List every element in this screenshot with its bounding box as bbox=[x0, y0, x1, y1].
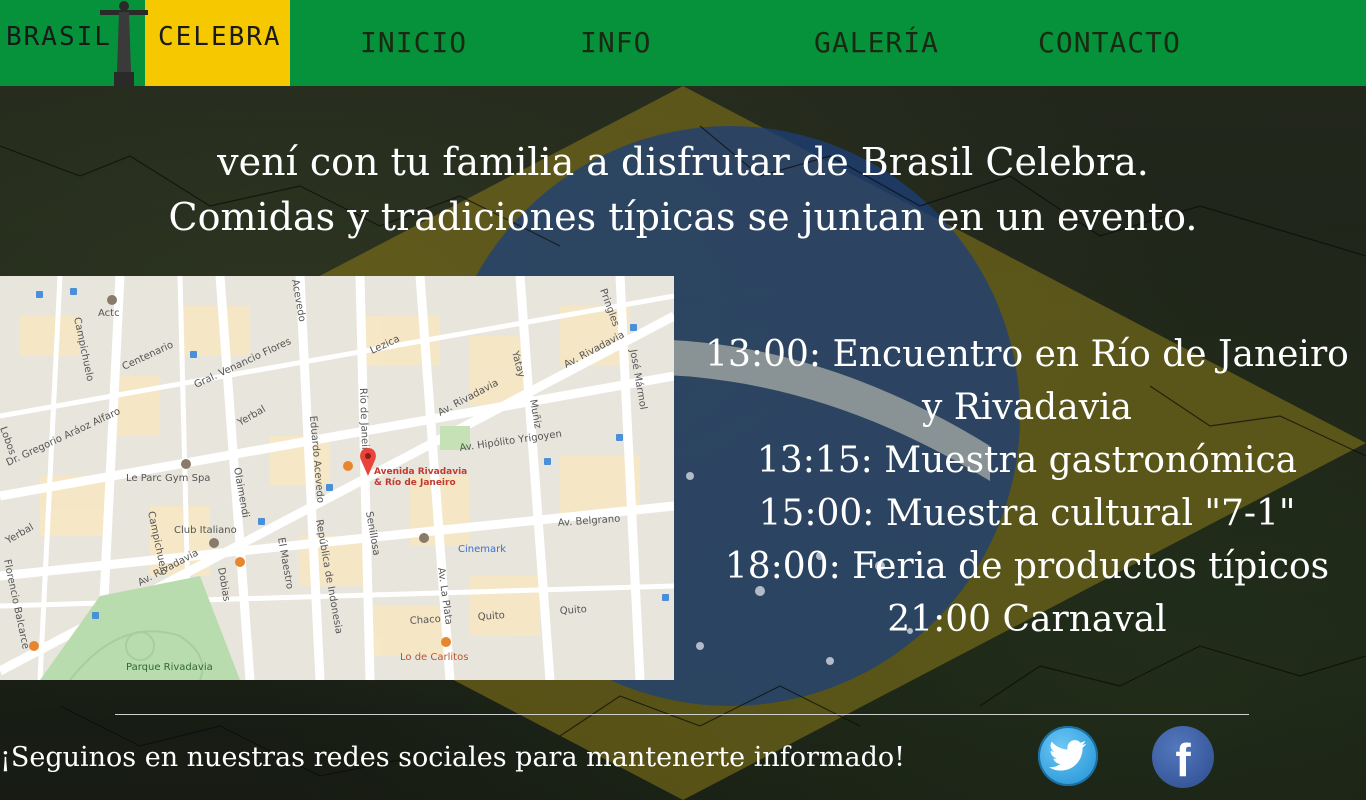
twitter-icon bbox=[1049, 740, 1087, 771]
map-marker-label-2: & Río de Janeiro bbox=[374, 478, 456, 488]
map-place-gym: Le Parc Gym Spa bbox=[126, 473, 210, 484]
schedule-row: 13:15: Muestra gastronómica bbox=[684, 434, 1366, 487]
schedule-time: 21:00 bbox=[887, 599, 992, 640]
schedule-row: 18:00: Feria de productos típicos bbox=[684, 540, 1366, 593]
footer-divider bbox=[115, 714, 1249, 715]
intro-line-1: vení con tu familia a disfrutar de Brasi… bbox=[217, 140, 1149, 184]
map-street-quito-1: Quito bbox=[477, 610, 505, 623]
twitter-button[interactable] bbox=[1038, 726, 1098, 786]
map-place-actc: Actc bbox=[98, 308, 120, 319]
map-place-parque: Parque Rivadavia bbox=[126, 662, 213, 673]
map-place-carlitos: Lo de Carlitos bbox=[400, 652, 468, 663]
top-navbar: BRASIL CELEBRA INICIO INFO GALERÍA CONTA… bbox=[0, 0, 1366, 86]
schedule-text: Carnaval bbox=[1002, 599, 1167, 640]
social-follow-text: ¡Seguinos en nuestras redes sociales par… bbox=[0, 742, 906, 773]
schedule-text: Feria de productos típicos bbox=[852, 546, 1330, 587]
map-street-chaco: Chaco bbox=[409, 614, 441, 627]
intro-line-2: Comidas y tradiciones típicas se juntan … bbox=[168, 195, 1198, 239]
facebook-button[interactable]: f bbox=[1152, 726, 1214, 788]
schedule-row: 21:00 Carnaval bbox=[684, 593, 1366, 646]
map-street-quito-2: Quito bbox=[559, 604, 587, 617]
schedule-text: Muestra gastronómica bbox=[884, 440, 1298, 481]
logo-word-celebra: CELEBRA bbox=[158, 22, 282, 52]
schedule-row: 15:00: Muestra cultural "7-1" bbox=[684, 487, 1366, 540]
schedule-time: 15:00: bbox=[758, 493, 875, 534]
map-street-riodejaneiro: Río de Janeiro bbox=[357, 388, 371, 457]
christ-redeemer-icon bbox=[100, 1, 148, 86]
nav-info[interactable]: INFO bbox=[580, 26, 651, 59]
schedule-time: 13:15: bbox=[756, 440, 873, 481]
schedule-text: y Rivadavia bbox=[921, 387, 1133, 428]
map-marker-label-1: Avenida Rivadavia bbox=[374, 467, 467, 477]
event-schedule: 13:00: Encuentro en Río de Janeiro y Riv… bbox=[684, 328, 1366, 646]
map-place-club: Club Italiano bbox=[174, 525, 237, 536]
schedule-time: 13:00: bbox=[705, 334, 822, 375]
schedule-text: Muestra cultural "7-1" bbox=[885, 493, 1296, 534]
nav-galeria[interactable]: GALERÍA bbox=[814, 26, 939, 59]
map-place-cinemark: Cinemark bbox=[458, 544, 506, 555]
nav-inicio[interactable]: INICIO bbox=[360, 26, 467, 59]
nav-contacto[interactable]: CONTACTO bbox=[1038, 26, 1181, 59]
schedule-text: Encuentro en Río de Janeiro bbox=[832, 334, 1349, 375]
location-map[interactable]: Actc Le Parc Gym Spa Club Italiano Cinem… bbox=[0, 276, 674, 680]
logo-word-brasil: BRASIL bbox=[6, 22, 112, 52]
schedule-time: 18:00: bbox=[724, 546, 841, 587]
facebook-icon: f bbox=[1175, 734, 1191, 786]
schedule-row: 13:00: Encuentro en Río de Janeiro bbox=[684, 328, 1366, 381]
site-logo[interactable]: BRASIL CELEBRA bbox=[0, 0, 290, 86]
intro-text: vení con tu familia a disfrutar de Brasi… bbox=[0, 135, 1366, 245]
schedule-row: y Rivadavia bbox=[684, 381, 1366, 434]
